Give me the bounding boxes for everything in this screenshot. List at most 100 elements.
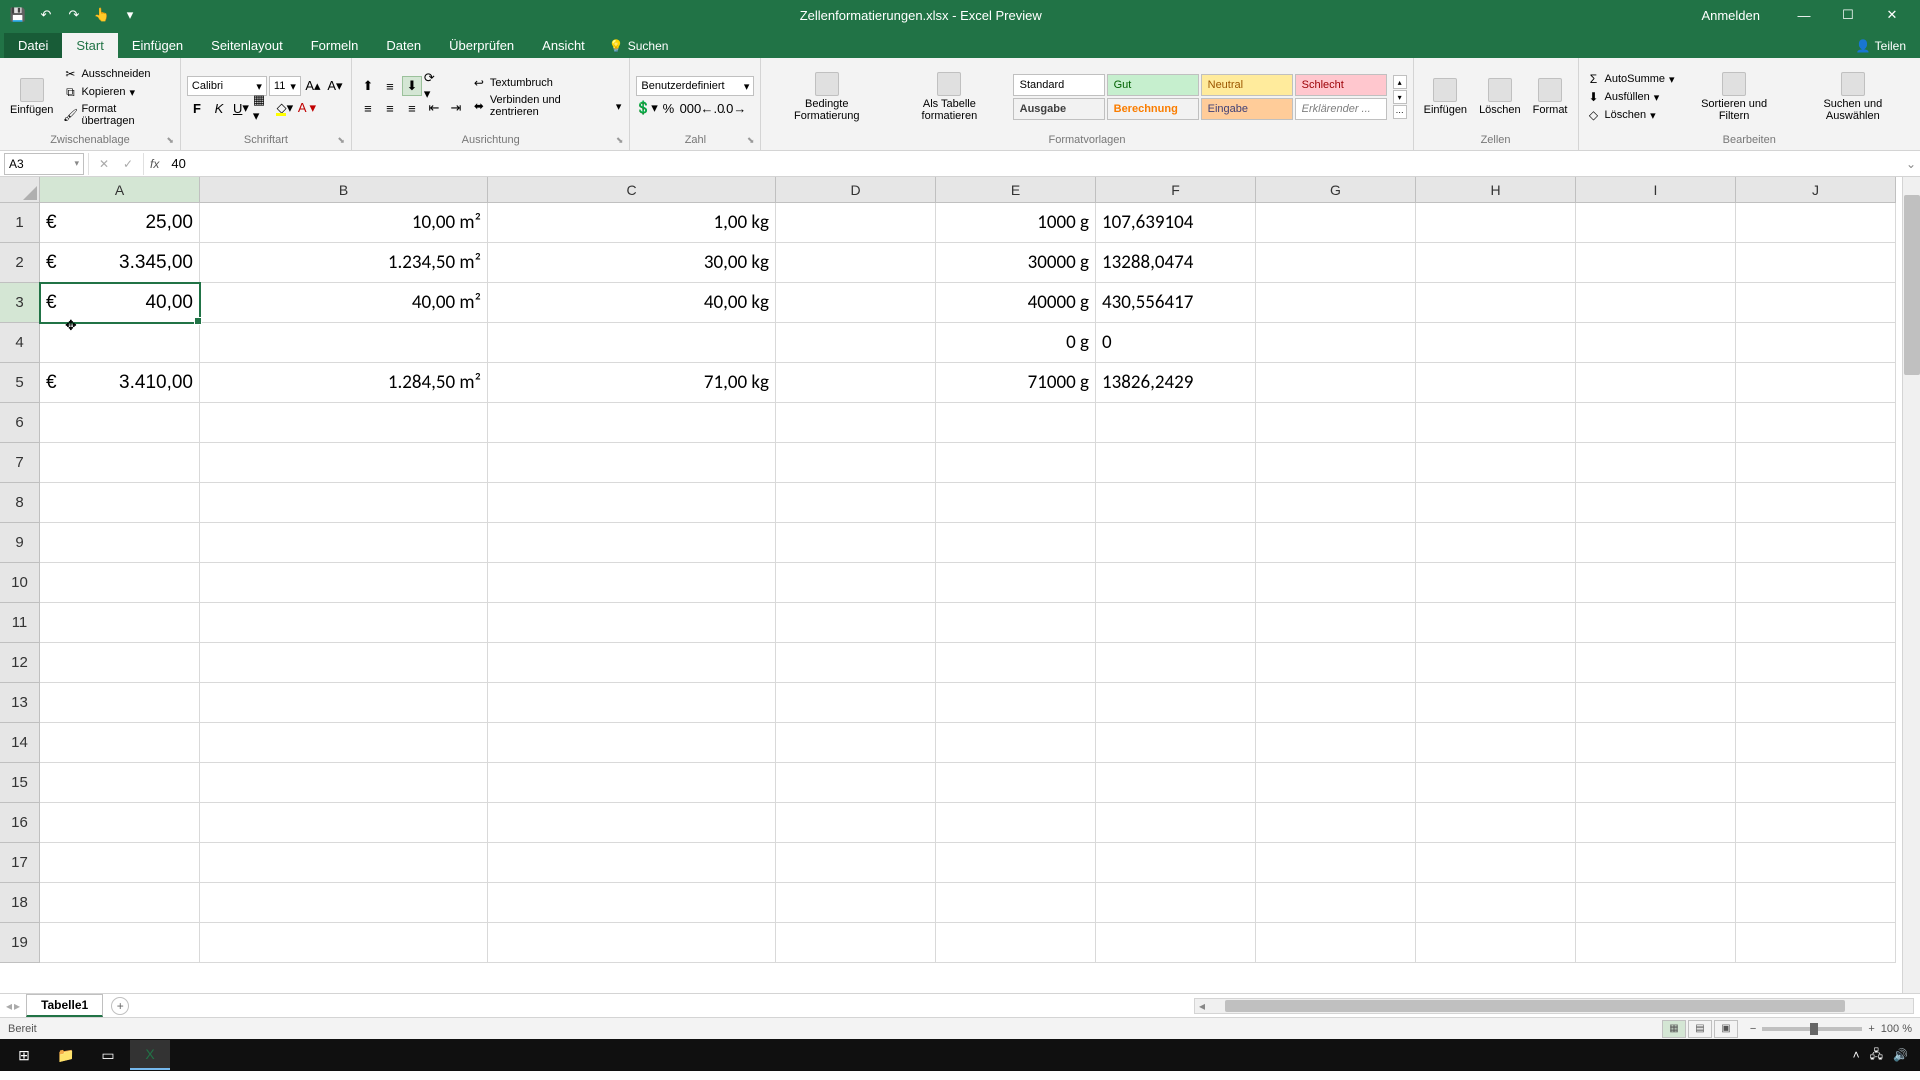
cell[interactable] bbox=[1416, 883, 1576, 923]
cell[interactable] bbox=[1576, 403, 1736, 443]
row-header[interactable]: 6 bbox=[0, 403, 40, 443]
decrease-decimal-button[interactable]: .0→ bbox=[724, 98, 744, 118]
styles-more-button[interactable]: ⋯ bbox=[1393, 105, 1407, 119]
number-launcher-icon[interactable]: ⬊ bbox=[747, 135, 755, 146]
style-gut[interactable]: Gut bbox=[1107, 74, 1199, 96]
cell[interactable] bbox=[1576, 923, 1736, 963]
merge-button[interactable]: ⬌Verbinden und zentrieren ▾ bbox=[470, 93, 623, 119]
fx-icon[interactable]: fx bbox=[144, 157, 165, 171]
cell[interactable] bbox=[1096, 403, 1256, 443]
cell[interactable] bbox=[488, 403, 776, 443]
cell[interactable] bbox=[1256, 283, 1416, 323]
cell[interactable] bbox=[776, 563, 936, 603]
row-header[interactable]: 3 bbox=[0, 283, 40, 323]
cell[interactable] bbox=[200, 763, 488, 803]
orientation-button[interactable]: ⟳ ▾ bbox=[424, 76, 444, 96]
delete-cells-button[interactable]: Löschen bbox=[1475, 76, 1525, 118]
tab-insert[interactable]: Einfügen bbox=[118, 33, 197, 58]
cell[interactable] bbox=[1256, 403, 1416, 443]
cell[interactable] bbox=[776, 603, 936, 643]
cell[interactable] bbox=[1096, 523, 1256, 563]
column-header[interactable]: A bbox=[40, 177, 200, 203]
cell[interactable] bbox=[1096, 923, 1256, 963]
cell[interactable] bbox=[1736, 323, 1896, 363]
zoom-out-button[interactable]: − bbox=[1750, 1023, 1756, 1035]
column-header[interactable]: D bbox=[776, 177, 936, 203]
increase-decimal-button[interactable]: ←.0 bbox=[702, 98, 722, 118]
cell[interactable] bbox=[40, 683, 200, 723]
cell[interactable] bbox=[1576, 563, 1736, 603]
cell[interactable]: 30000 g bbox=[936, 243, 1096, 283]
cell[interactable] bbox=[488, 843, 776, 883]
zoom-slider[interactable] bbox=[1762, 1027, 1862, 1031]
cell[interactable] bbox=[1736, 923, 1896, 963]
tab-review[interactable]: Überprüfen bbox=[435, 33, 528, 58]
decrease-font-button[interactable]: A▾ bbox=[325, 76, 345, 96]
search-tab[interactable]: 💡Suchen bbox=[599, 34, 679, 58]
style-erklarend[interactable]: Erklärender ... bbox=[1295, 98, 1387, 120]
cell[interactable]: €3.345,00 bbox=[40, 243, 200, 283]
cell[interactable]: 30,00 kg bbox=[488, 243, 776, 283]
cell[interactable] bbox=[1096, 483, 1256, 523]
cell[interactable] bbox=[1416, 763, 1576, 803]
cell[interactable] bbox=[488, 523, 776, 563]
align-right-button[interactable]: ≡ bbox=[402, 98, 422, 118]
format-cells-button[interactable]: Format bbox=[1529, 76, 1572, 118]
column-header[interactable]: B bbox=[200, 177, 488, 203]
cell[interactable] bbox=[1416, 243, 1576, 283]
increase-indent-button[interactable]: ⇥ bbox=[446, 98, 466, 118]
cell[interactable] bbox=[1256, 243, 1416, 283]
cell[interactable]: 1,00 kg bbox=[488, 203, 776, 243]
cell[interactable] bbox=[776, 323, 936, 363]
column-header[interactable]: G bbox=[1256, 177, 1416, 203]
align-bottom-button[interactable]: ⬇ bbox=[402, 76, 422, 96]
sheet-nav-first-button[interactable]: ◂ bbox=[6, 999, 12, 1013]
tab-formulas[interactable]: Formeln bbox=[297, 33, 373, 58]
row-header[interactable]: 8 bbox=[0, 483, 40, 523]
cell[interactable] bbox=[936, 443, 1096, 483]
increase-font-button[interactable]: A▴ bbox=[303, 76, 323, 96]
cell[interactable] bbox=[936, 403, 1096, 443]
add-sheet-button[interactable]: + bbox=[111, 997, 129, 1015]
cell[interactable] bbox=[40, 923, 200, 963]
cell[interactable] bbox=[1256, 603, 1416, 643]
cell[interactable] bbox=[200, 883, 488, 923]
cell[interactable] bbox=[1736, 523, 1896, 563]
cell[interactable] bbox=[776, 843, 936, 883]
cell[interactable] bbox=[488, 763, 776, 803]
row-header[interactable]: 17 bbox=[0, 843, 40, 883]
cell[interactable] bbox=[776, 923, 936, 963]
cell[interactable] bbox=[936, 803, 1096, 843]
cell[interactable] bbox=[1096, 443, 1256, 483]
select-all-corner[interactable] bbox=[0, 177, 40, 203]
style-ausgabe[interactable]: Ausgabe bbox=[1013, 98, 1105, 120]
start-button[interactable]: ⊞ bbox=[4, 1040, 44, 1070]
row-header[interactable]: 16 bbox=[0, 803, 40, 843]
cell[interactable] bbox=[1736, 803, 1896, 843]
cell[interactable] bbox=[1576, 363, 1736, 403]
cell[interactable] bbox=[1736, 603, 1896, 643]
cell[interactable] bbox=[1736, 643, 1896, 683]
cell[interactable] bbox=[1256, 443, 1416, 483]
cell[interactable] bbox=[488, 923, 776, 963]
cell[interactable] bbox=[1736, 443, 1896, 483]
cell[interactable] bbox=[1416, 403, 1576, 443]
cell[interactable] bbox=[40, 843, 200, 883]
font-launcher-icon[interactable]: ⬊ bbox=[337, 135, 345, 146]
cell[interactable] bbox=[40, 443, 200, 483]
decrease-indent-button[interactable]: ⇤ bbox=[424, 98, 444, 118]
touch-icon[interactable]: 👆 bbox=[92, 5, 112, 25]
cell[interactable] bbox=[200, 923, 488, 963]
cell[interactable] bbox=[1256, 723, 1416, 763]
cell[interactable] bbox=[40, 603, 200, 643]
cell[interactable] bbox=[40, 563, 200, 603]
tray-volume-icon[interactable]: 🔊 bbox=[1893, 1048, 1908, 1062]
cell[interactable]: 1.234,50 m² bbox=[200, 243, 488, 283]
undo-icon[interactable]: ↶ bbox=[36, 5, 56, 25]
save-icon[interactable]: 💾 bbox=[8, 5, 28, 25]
cell[interactable] bbox=[40, 763, 200, 803]
font-size-select[interactable]: 11▾ bbox=[269, 76, 301, 96]
cell[interactable]: 13288,0474 bbox=[1096, 243, 1256, 283]
cell[interactable] bbox=[776, 363, 936, 403]
style-standard[interactable]: Standard bbox=[1013, 74, 1105, 96]
